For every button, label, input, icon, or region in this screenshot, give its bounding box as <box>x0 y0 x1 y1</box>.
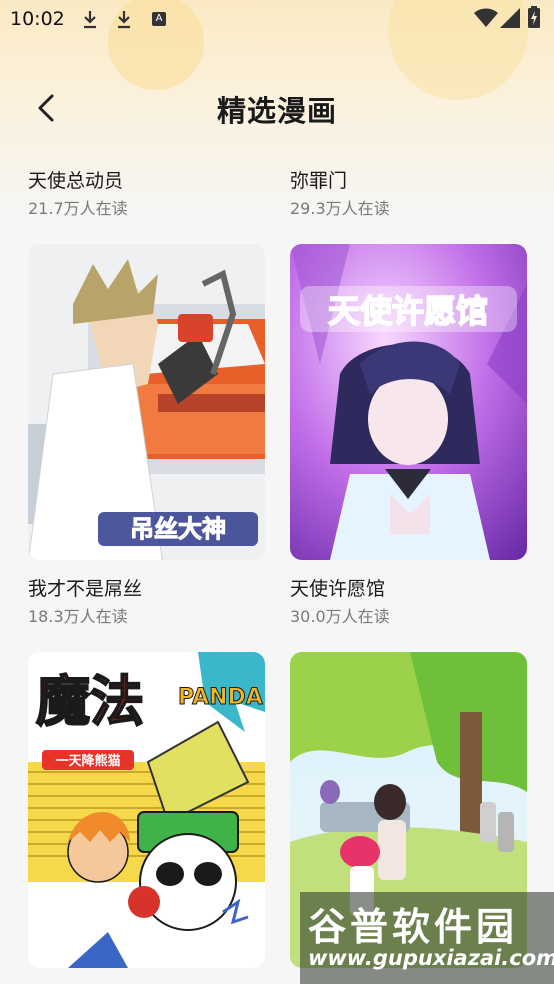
comic-title[interactable]: 天使许愿馆 <box>290 574 385 601</box>
status-bar: 10:02 A <box>0 0 554 38</box>
reader-count: 21.7万人在读 <box>28 199 128 218</box>
reader-count: 18.3万人在读 <box>28 607 128 626</box>
comic-cover[interactable]: 魔法 PANDA 一天降熊猫 <box>28 652 265 968</box>
watermark: 谷普软件园 www.gupuxiazai.com <box>300 892 554 984</box>
reader-count: 30.0万人在读 <box>290 607 390 626</box>
download-icon <box>118 11 130 29</box>
comic-cover[interactable]: 天使许愿馆 <box>290 244 527 560</box>
watermark-url: www.gupuxiazai.com <box>308 946 554 970</box>
cover-title-art: 魔法 <box>36 670 144 733</box>
download-icon <box>84 11 96 29</box>
cellular-signal-icon <box>500 8 520 28</box>
comic-cover-art: 吊丝大神 <box>28 244 265 560</box>
comic-cover-art: 天使许愿馆 <box>290 244 527 560</box>
app-notification-icon: A <box>152 12 166 26</box>
comic-cover-art: 魔法 PANDA 一天降熊猫 <box>28 652 265 968</box>
status-time: 10:02 <box>10 8 65 30</box>
cover-title-art: PANDA <box>178 685 263 710</box>
page-title: 精选漫画 <box>216 94 337 128</box>
app-header: 精选漫画 <box>0 80 554 136</box>
comic-title[interactable]: 我才不是屌丝 <box>28 574 142 601</box>
watermark-text: 谷普软件园 <box>308 905 519 949</box>
cover-title-art: 天使许愿馆 <box>328 292 488 330</box>
comic-title[interactable]: 弥罪门 <box>290 166 347 193</box>
wifi-icon <box>474 8 498 27</box>
battery-icon <box>528 6 540 28</box>
comic-cover[interactable]: 吊丝大神 <box>28 244 265 560</box>
cover-title-art: 吊丝大神 <box>130 515 226 543</box>
cover-subtitle-art: 一天降熊猫 <box>55 753 120 769</box>
comic-title[interactable]: 天使总动员 <box>28 166 123 193</box>
reader-count: 29.3万人在读 <box>290 199 390 218</box>
